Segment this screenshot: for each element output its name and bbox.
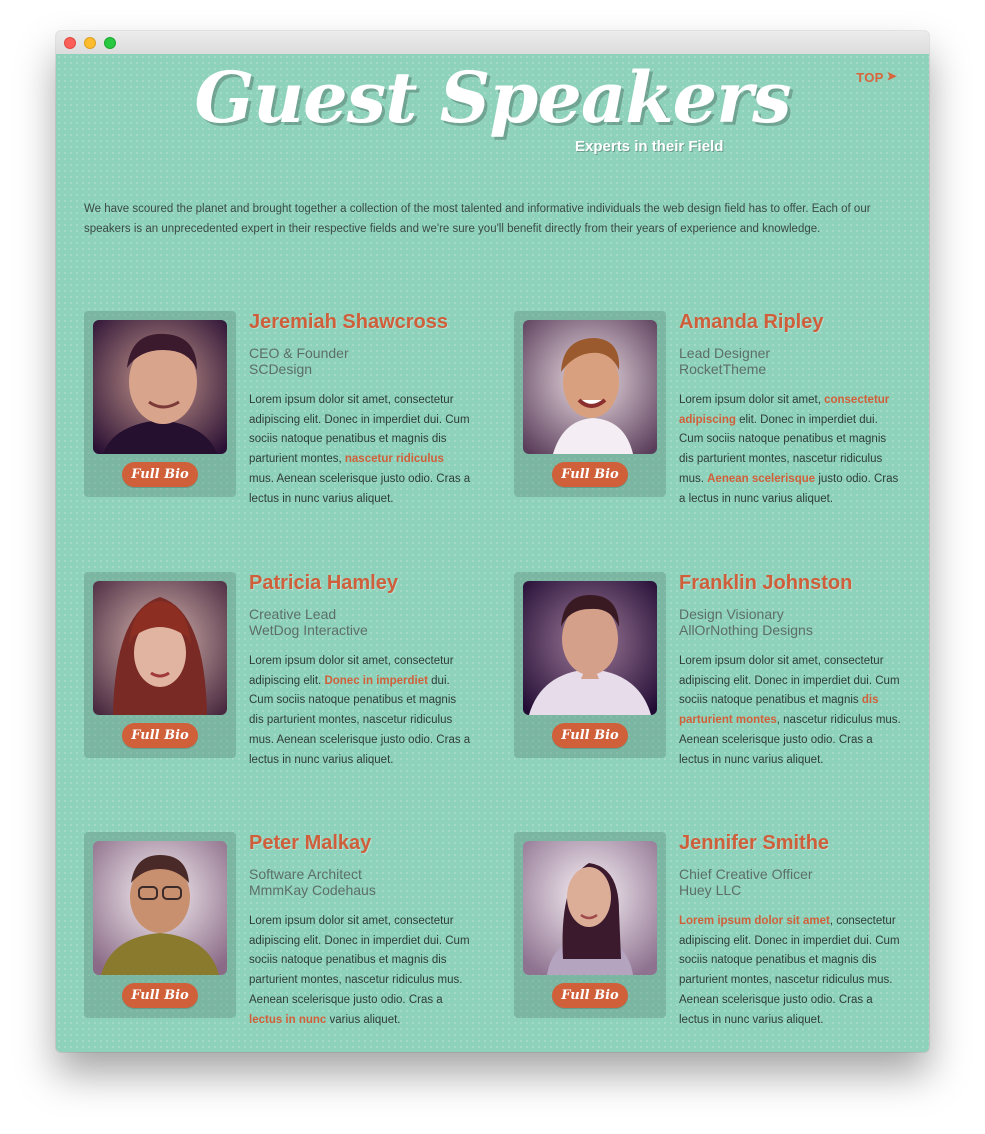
speaker-company: WetDog Interactive	[249, 621, 368, 638]
speaker-card: Full Bio Patricia Hamley Creative Lead W…	[84, 572, 484, 802]
speaker-title: Design Visionary	[679, 606, 784, 622]
full-bio-button[interactable]: Full Bio	[122, 983, 198, 1008]
speaker-title: Lead Designer	[679, 345, 771, 361]
speaker-photo	[523, 841, 657, 975]
photo-frame: Full Bio	[84, 311, 236, 497]
speaker-name[interactable]: Amanda Ripley	[679, 311, 823, 334]
speaker-name[interactable]: Jennifer Smithe	[679, 832, 829, 855]
speaker-name[interactable]: Franklin Johnston	[679, 572, 852, 595]
speaker-title: Software Architect	[249, 866, 362, 882]
bio-text: mus. Aenean scelerisque justo odio. Cras…	[249, 472, 471, 505]
speaker-photo	[523, 581, 657, 715]
bio-link[interactable]: nascetur ridiculus	[345, 453, 444, 465]
bio-text: varius aliquet.	[326, 1013, 401, 1026]
speaker-role: Chief Creative Officer Huey LLC	[679, 866, 813, 898]
bio-text: Lorem ipsum dolor sit amet,	[679, 394, 825, 406]
bio-text: Lorem ipsum dolor sit amet, consectetur …	[249, 915, 470, 1006]
speaker-title: CEO & Founder	[249, 345, 349, 361]
speaker-title: Creative Lead	[249, 606, 337, 622]
speaker-role: Creative Lead WetDog Interactive	[249, 606, 368, 638]
speaker-card: Full Bio Jennifer Smithe Chief Creative …	[514, 832, 914, 1052]
window-titlebar	[56, 31, 929, 55]
speaker-company: SCDesign	[249, 360, 313, 377]
speaker-bio: Lorem ipsum dolor sit amet, consectetur …	[679, 391, 901, 509]
bio-link[interactable]: Lorem ipsum dolor sit amet	[679, 915, 830, 927]
speaker-role: Software Architect MmmKay Codehaus	[249, 866, 376, 898]
bio-text: , consectetur adipiscing elit. Donec in …	[679, 915, 900, 1026]
full-bio-button[interactable]: Full Bio	[122, 723, 198, 748]
speaker-company: MmmKay Codehaus	[249, 881, 376, 898]
photo-frame: Full Bio	[514, 832, 666, 1018]
speaker-company: Huey LLC	[679, 881, 742, 898]
full-bio-button[interactable]: Full Bio	[552, 983, 628, 1008]
bio-text: dui. Cum sociis natoque penatibus et mag…	[249, 674, 471, 766]
speaker-card: Full Bio Jeremiah Shawcross CEO & Founde…	[84, 311, 484, 541]
page-content: TOP ➤ Guest Speakers Experts in their Fie…	[56, 54, 929, 1052]
speaker-company: AllOrNothing Designs	[679, 621, 813, 638]
photo-frame: Full Bio	[514, 572, 666, 758]
full-bio-button[interactable]: Full Bio	[552, 462, 628, 487]
full-bio-button[interactable]: Full Bio	[552, 723, 628, 748]
speaker-role: Design Visionary AllOrNothing Designs	[679, 606, 813, 638]
bio-link[interactable]: Donec in imperdiet	[324, 675, 428, 687]
speaker-title: Chief Creative Officer	[679, 866, 813, 882]
intro-paragraph: We have scoured the planet and brought t…	[84, 203, 871, 235]
photo-frame: Full Bio	[514, 311, 666, 497]
zoom-window-button[interactable]	[104, 37, 116, 49]
photo-frame: Full Bio	[84, 572, 236, 758]
full-bio-button[interactable]: Full Bio	[122, 462, 198, 487]
speaker-bio: Lorem ipsum dolor sit amet, consectetur …	[249, 391, 471, 509]
speaker-name[interactable]: Peter Malkay	[249, 832, 371, 855]
minimize-window-button[interactable]	[84, 37, 96, 49]
speaker-company: RocketTheme	[679, 360, 767, 377]
speaker-bio: Lorem ipsum dolor sit amet, consectetur …	[679, 912, 901, 1030]
speaker-name[interactable]: Patricia Hamley	[249, 572, 398, 595]
speaker-card: Full Bio Franklin Johnston Design Vision…	[514, 572, 914, 802]
speaker-photo	[93, 320, 227, 454]
bio-link[interactable]: Aenean scelerisque	[707, 473, 815, 485]
speaker-role: CEO & Founder SCDesign	[249, 345, 349, 377]
speaker-photo	[93, 581, 227, 715]
close-window-button[interactable]	[64, 37, 76, 49]
speaker-card: Full Bio Amanda Ripley Lead Designer Roc…	[514, 311, 914, 541]
speaker-bio: Lorem ipsum dolor sit amet, consectetur …	[679, 652, 901, 770]
browser-window: TOP ➤ Guest Speakers Experts in their Fie…	[56, 31, 929, 1052]
speaker-card: Full Bio Peter Malkay Software Architect…	[84, 832, 484, 1052]
photo-frame: Full Bio	[84, 832, 236, 1018]
page-title: Guest Speakers	[194, 56, 791, 139]
speaker-bio: Lorem ipsum dolor sit amet, consectetur …	[249, 912, 471, 1030]
speaker-name[interactable]: Jeremiah Shawcross	[249, 311, 448, 334]
speaker-bio: Lorem ipsum dolor sit amet, consectetur …	[249, 652, 471, 770]
speaker-photo	[523, 320, 657, 454]
page-subtitle: Experts in their Field	[575, 138, 724, 155]
bio-link[interactable]: lectus in nunc	[249, 1014, 326, 1026]
speaker-photo	[93, 841, 227, 975]
speaker-role: Lead Designer RocketTheme	[679, 345, 771, 377]
